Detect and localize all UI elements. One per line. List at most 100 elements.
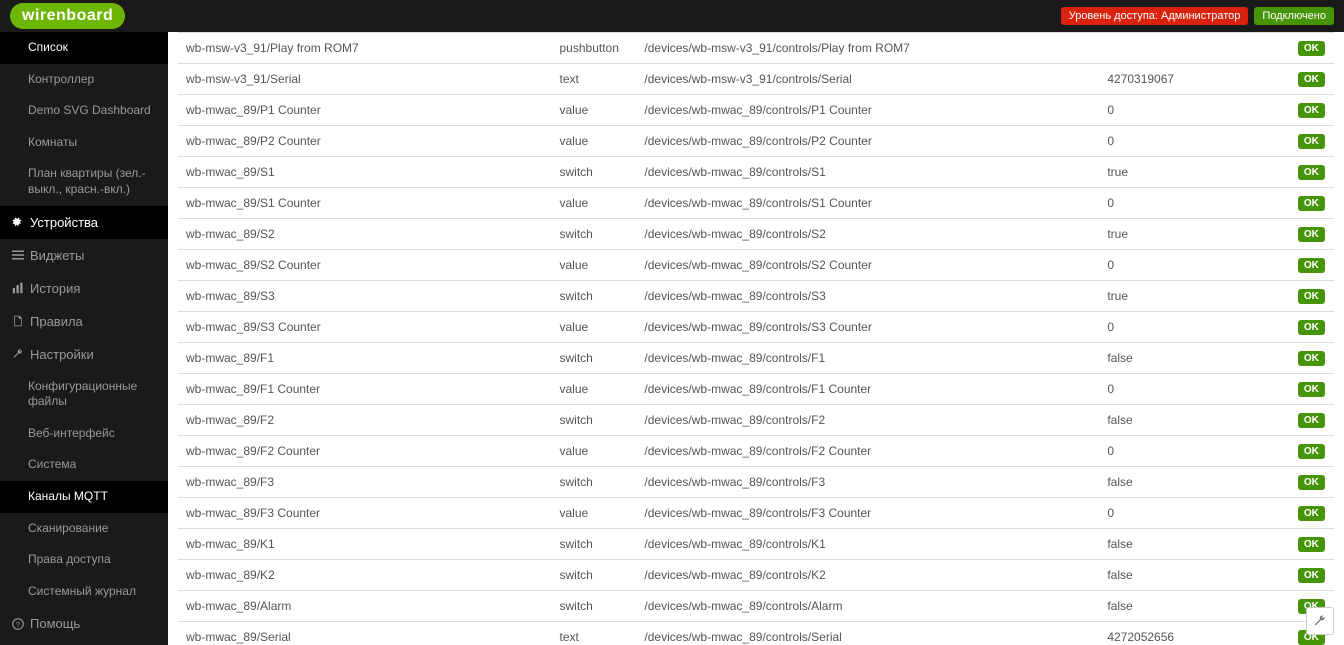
status-badge: OK — [1298, 351, 1325, 366]
channel-status: OK — [1289, 560, 1334, 591]
sidebar-sub-dash-2[interactable]: Demo SVG Dashboard — [0, 95, 168, 127]
sidebar-label-rules: Правила — [30, 314, 83, 329]
sidebar-label-history: История — [30, 281, 80, 296]
channel-name: wb-msw-v3_91/Play from ROM7 — [178, 33, 552, 64]
channel-status: OK — [1289, 529, 1334, 560]
sidebar-sub-dash-3[interactable]: Комнаты — [0, 127, 168, 159]
sidebar-sub-dash-1[interactable]: Контроллер — [0, 64, 168, 96]
sidebar-item-history[interactable]: История — [0, 272, 168, 305]
topbar: wirenboard Уровень доступа: Администрато… — [0, 0, 1344, 32]
channel-value — [1099, 33, 1288, 64]
table-row: wb-msw-v3_91/Play from ROM7pushbutton/de… — [178, 33, 1334, 64]
question-icon: ? — [12, 618, 24, 630]
status-badge: OK — [1298, 537, 1325, 552]
sidebar-item-devices[interactable]: Устройства — [0, 206, 168, 239]
mqtt-channels-table: wb-msw-v3_91/Play from ROM7pushbutton/de… — [178, 32, 1334, 645]
channel-status: OK — [1289, 219, 1334, 250]
channel-value: true — [1099, 157, 1288, 188]
channel-value: 0 — [1099, 436, 1288, 467]
status-badge: OK — [1298, 382, 1325, 397]
channel-type: value — [552, 95, 637, 126]
sidebar-item-settings[interactable]: Настройки — [0, 338, 168, 371]
table-row: wb-mwac_89/S3switch/devices/wb-mwac_89/c… — [178, 281, 1334, 312]
channel-type: switch — [552, 560, 637, 591]
sidebar-item-rules[interactable]: Правила — [0, 305, 168, 338]
channel-status: OK — [1289, 312, 1334, 343]
channel-status: OK — [1289, 467, 1334, 498]
channel-status: OK — [1289, 126, 1334, 157]
channel-name: wb-msw-v3_91/Serial — [178, 64, 552, 95]
channel-type: text — [552, 622, 637, 645]
channel-topic: /devices/wb-mwac_89/controls/P2 Counter — [636, 126, 1099, 157]
channel-status: OK — [1289, 95, 1334, 126]
sidebar-sub-settings-0[interactable]: Конфигурационные файлы — [0, 371, 168, 418]
access-level-badge[interactable]: Уровень доступа: Администратор — [1061, 7, 1249, 25]
status-badge: OK — [1298, 165, 1325, 180]
status-badge: OK — [1298, 72, 1325, 87]
channel-topic: /devices/wb-mwac_89/controls/S2 Counter — [636, 250, 1099, 281]
status-badge: OK — [1298, 444, 1325, 459]
sidebar-item-help[interactable]: ? Помощь — [0, 607, 168, 640]
channel-topic: /devices/wb-mwac_89/controls/P1 Counter — [636, 95, 1099, 126]
channel-value: 0 — [1099, 126, 1288, 157]
sidebar-sub-dash-4[interactable]: План квартиры (зел.-выкл., красн.-вкл.) — [0, 158, 168, 205]
channel-topic: /devices/wb-mwac_89/controls/F2 — [636, 405, 1099, 436]
channel-value: false — [1099, 467, 1288, 498]
sidebar-sub-settings-2[interactable]: Система — [0, 449, 168, 481]
channel-type: switch — [552, 467, 637, 498]
channel-name: wb-mwac_89/F3 Counter — [178, 498, 552, 529]
channel-value: 0 — [1099, 188, 1288, 219]
sidebar-label-devices: Устройства — [30, 215, 98, 230]
channel-status: OK — [1289, 374, 1334, 405]
table-row: wb-mwac_89/S1 Countervalue/devices/wb-mw… — [178, 188, 1334, 219]
channel-topic: /devices/wb-mwac_89/controls/Serial — [636, 622, 1099, 645]
channel-value: false — [1099, 529, 1288, 560]
status-badge: OK — [1298, 134, 1325, 149]
sidebar-sub-settings-3[interactable]: Каналы MQTT — [0, 481, 168, 513]
svg-text:?: ? — [16, 620, 20, 629]
channel-value: false — [1099, 405, 1288, 436]
channel-value: true — [1099, 219, 1288, 250]
channel-value: 0 — [1099, 374, 1288, 405]
sidebar-item-widgets[interactable]: Виджеты — [0, 239, 168, 272]
wrench-icon — [12, 348, 24, 360]
wrench-icon — [1313, 614, 1327, 628]
sidebar-sub-settings-4[interactable]: Сканирование — [0, 513, 168, 545]
channel-name: wb-mwac_89/K2 — [178, 560, 552, 591]
logo: wirenboard — [10, 3, 125, 29]
channel-name: wb-mwac_89/F2 — [178, 405, 552, 436]
channel-status: OK — [1289, 405, 1334, 436]
sidebar-label-settings: Настройки — [30, 347, 94, 362]
chart-icon — [12, 282, 24, 294]
channel-topic: /devices/wb-mwac_89/controls/F3 Counter — [636, 498, 1099, 529]
channel-topic: /devices/wb-msw-v3_91/controls/Serial — [636, 64, 1099, 95]
channel-type: switch — [552, 529, 637, 560]
table-row: wb-mwac_89/P1 Countervalue/devices/wb-mw… — [178, 95, 1334, 126]
channel-status: OK — [1289, 188, 1334, 219]
channel-status: OK — [1289, 281, 1334, 312]
channel-value: 0 — [1099, 312, 1288, 343]
channel-status: OK — [1289, 33, 1334, 64]
sidebar-sub-dash-0[interactable]: Список — [0, 32, 168, 64]
table-row: wb-mwac_89/F2 Countervalue/devices/wb-mw… — [178, 436, 1334, 467]
channel-name: wb-mwac_89/F2 Counter — [178, 436, 552, 467]
channel-type: switch — [552, 219, 637, 250]
status-badge: OK — [1298, 320, 1325, 335]
status-badge: OK — [1298, 196, 1325, 211]
sidebar-sub-settings-6[interactable]: Системный журнал — [0, 576, 168, 608]
channel-name: wb-mwac_89/S3 Counter — [178, 312, 552, 343]
channel-status: OK — [1289, 498, 1334, 529]
list-icon — [12, 249, 24, 261]
channel-status: OK — [1289, 343, 1334, 374]
channel-name: wb-mwac_89/S1 Counter — [178, 188, 552, 219]
channel-status: OK — [1289, 64, 1334, 95]
wrench-button[interactable] — [1306, 607, 1334, 635]
sidebar-sub-settings-5[interactable]: Права доступа — [0, 544, 168, 576]
channel-type: value — [552, 250, 637, 281]
channel-type: switch — [552, 281, 637, 312]
channel-topic: /devices/wb-mwac_89/controls/Alarm — [636, 591, 1099, 622]
sidebar-sub-settings-1[interactable]: Веб-интерфейс — [0, 418, 168, 450]
channel-topic: /devices/wb-mwac_89/controls/F1 — [636, 343, 1099, 374]
table-row: wb-mwac_89/F1 Countervalue/devices/wb-mw… — [178, 374, 1334, 405]
channel-status: OK — [1289, 436, 1334, 467]
